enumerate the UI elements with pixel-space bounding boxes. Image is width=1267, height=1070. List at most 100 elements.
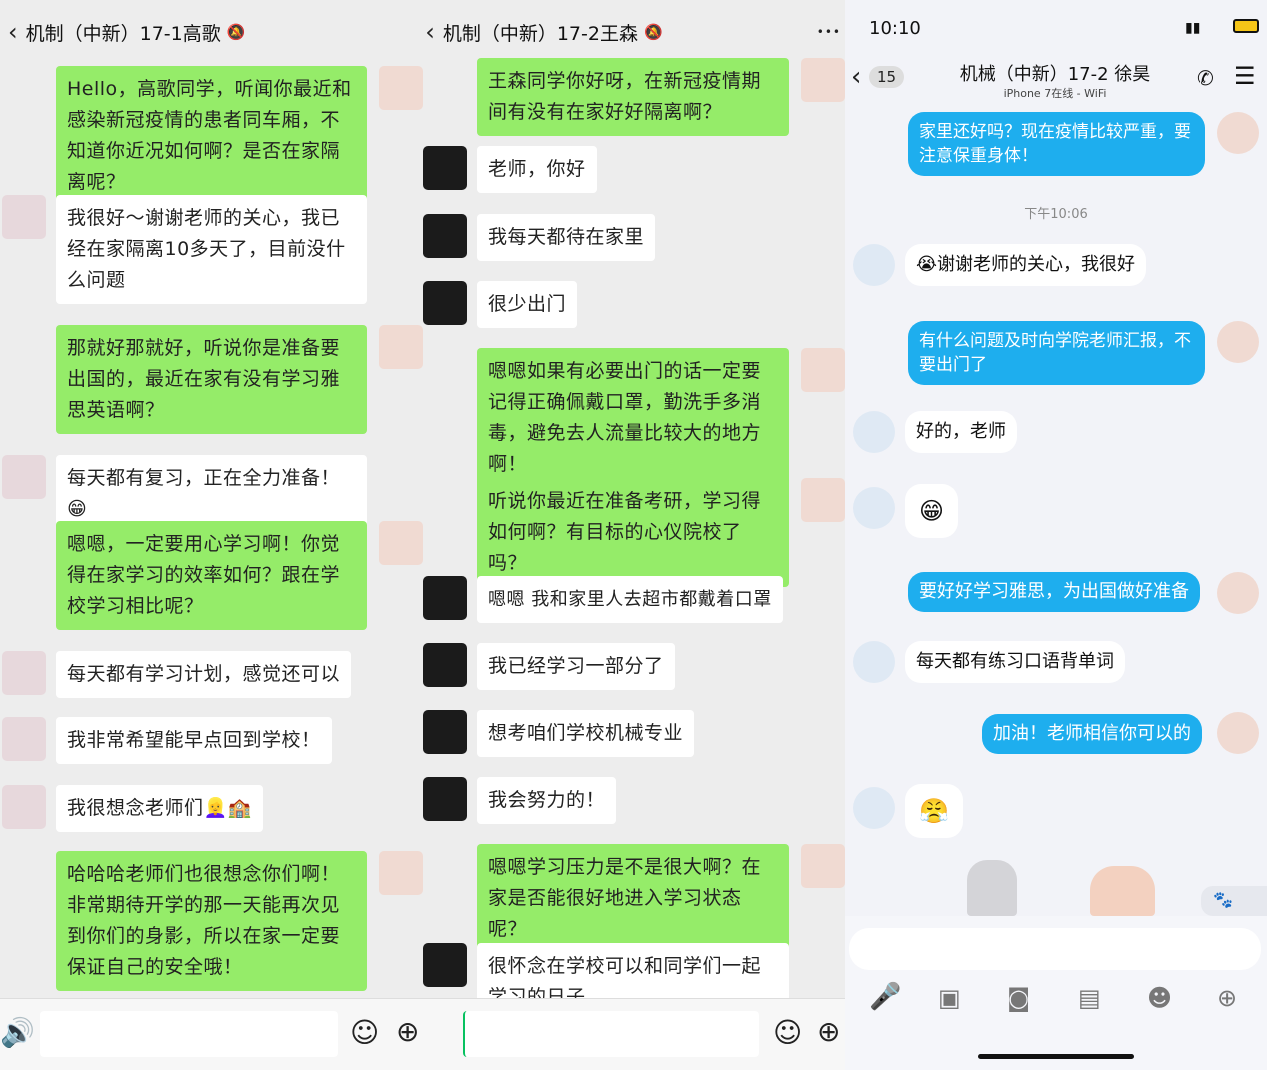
chat-title: 机械（中新）17-2 徐昊 [959, 64, 1151, 85]
student-avatar[interactable] [423, 281, 467, 325]
message-student: 很少出门 [477, 281, 578, 328]
qq-chat-panel-xuhao: 10:10 ▮▮ ‹ 15 机械（中新）17-2 徐昊 iPhone 7在线 -… [845, 0, 1267, 1070]
message-teacher: 嗯嗯学习压力是不是很大啊？在家是否能很好地进入学习状态呢？ [477, 844, 789, 953]
message-teacher: 嗯嗯，一定要用心学习啊！你觉得在家学习的效率如何？跟在学校学习相比呢？ [56, 521, 367, 630]
message-teacher: 有什么问题及时向学院老师汇报，不要出门了 [908, 321, 1205, 385]
student-avatar[interactable] [853, 487, 895, 529]
student-avatar[interactable] [2, 651, 46, 695]
unread-badge[interactable]: 15 [869, 66, 905, 88]
teacher-avatar[interactable] [1217, 572, 1259, 614]
teacher-avatar[interactable] [1217, 712, 1259, 754]
input-bar: 🔊 ☺ ⊕ [0, 998, 423, 1070]
plus-icon[interactable]: ⊕ [817, 1018, 840, 1046]
red-packet-icon[interactable]: ▤ [1078, 986, 1101, 1010]
message-teacher: 嗯嗯如果有必要出门的话一定要记得正确佩戴口罩，勤洗手多消毒，避免去人流量比较大的… [477, 348, 789, 488]
message-student: 我非常希望能早点回到学校！ [56, 717, 332, 764]
teacher-avatar[interactable] [801, 844, 845, 888]
student-avatar[interactable] [423, 943, 467, 987]
camera-icon[interactable]: ◙ [1007, 986, 1030, 1010]
chat-title: 机制（中新）17-1高歌 [25, 22, 221, 45]
message-student: 我很想念老师们👱‍♀️🏫 [56, 785, 263, 832]
teacher-avatar[interactable] [379, 521, 423, 565]
student-avatar[interactable] [423, 146, 467, 190]
teacher-avatar[interactable] [801, 58, 845, 102]
mute-icon: 🔕 [643, 23, 663, 41]
mute-icon: 🔕 [226, 23, 246, 41]
message-student: 😭谢谢老师的关心，我很好 [905, 244, 1147, 286]
back-icon[interactable]: ‹ [8, 18, 18, 46]
student-avatar[interactable] [2, 455, 46, 499]
smiley-icon[interactable]: ☻ [1147, 986, 1172, 1010]
teacher-avatar[interactable] [1217, 112, 1259, 154]
teacher-avatar[interactable] [1217, 321, 1259, 363]
teacher-avatar[interactable] [801, 348, 845, 392]
online-status: iPhone 7在线 - WiFi [1003, 87, 1107, 100]
paw-icon[interactable]: 🐾 [1201, 886, 1267, 916]
student-avatar[interactable] [2, 785, 46, 829]
message-student: 我很好～谢谢老师的关心，我已经在家隔离10多天了，目前没什么问题 [56, 195, 367, 304]
signal-icon: ▮▮ [1185, 20, 1201, 36]
teacher-avatar[interactable] [379, 66, 423, 110]
message-teacher: 加油！老师相信你可以的 [982, 714, 1202, 754]
message-teacher: 家里还好吗？现在疫情比较严重，要注意保重身体！ [908, 112, 1205, 176]
student-avatar[interactable] [2, 717, 46, 761]
message-student: 老师，你好 [477, 146, 597, 193]
message-teacher: 哈哈哈老师们也很想念你们啊！非常期待开学的那一天能再次见到你们的身影，所以在家一… [56, 851, 367, 991]
voice-icon[interactable]: 🔊 [0, 1019, 35, 1047]
teacher-avatar[interactable] [379, 325, 423, 369]
message-student: 每天都有学习计划，感觉还可以 [56, 651, 352, 698]
message-student: 想考咱们学校机械专业 [477, 710, 695, 757]
timestamp: 下午10:06 [1024, 207, 1088, 222]
message-input[interactable] [463, 1011, 759, 1057]
battery-icon [1233, 19, 1259, 33]
back-icon[interactable]: ‹ [851, 62, 861, 92]
student-avatar[interactable] [423, 777, 467, 821]
input-bar: ☺ ⊕ [423, 998, 845, 1070]
message-teacher: Hello，高歌同学，听闻你最近和感染新冠疫情的患者同车厢，不知道你近况如何啊？… [56, 66, 367, 206]
sticker-character [1090, 866, 1155, 916]
input-panel: 🎤 ▣ ◙ ▤ ☻ ⊕ [845, 916, 1267, 1070]
message-teacher: 王森同学你好呀，在新冠疫情期间有没有在家好好隔离啊？ [477, 58, 789, 136]
message-input[interactable] [849, 928, 1261, 970]
message-student: 我已经学习一部分了 [477, 643, 675, 690]
back-icon[interactable]: ‹ [425, 18, 435, 46]
student-avatar[interactable] [853, 244, 895, 286]
mic-icon[interactable]: 🎤 [869, 984, 901, 1010]
chat-title: 机制（中新）17-2王森 [442, 22, 638, 45]
message-input[interactable] [40, 1011, 338, 1057]
student-avatar[interactable] [423, 214, 467, 258]
message-teacher: 听说你最近在准备考研，学习得如何啊？有目标的心仪院校了吗？ [477, 478, 789, 587]
teacher-avatar[interactable] [379, 851, 423, 895]
student-avatar[interactable] [853, 641, 895, 683]
message-student: 😤 [905, 784, 963, 838]
clock: 10:10 [869, 18, 921, 39]
message-student: 我会努力的！ [477, 777, 617, 824]
teacher-avatar[interactable] [801, 478, 845, 522]
home-indicator [978, 1054, 1134, 1059]
chat-header: ••• ‹ 机制（中新）17-2王森 🔕 ••• [423, 0, 845, 64]
status-bar: 10:10 ▮▮ [845, 0, 1267, 56]
student-avatar[interactable] [423, 576, 467, 620]
image-icon[interactable]: ▣ [938, 986, 961, 1010]
student-avatar[interactable] [853, 411, 895, 453]
chat-header: ‹ 机制（中新）17-1高歌 🔕 [0, 0, 423, 64]
student-avatar[interactable] [423, 643, 467, 687]
message-student: 我每天都待在家里 [477, 214, 656, 261]
student-avatar[interactable] [2, 195, 46, 239]
chat-panel-wangsen: ••• ‹ 机制（中新）17-2王森 🔕 ••• 王森同学你好呀，在新冠疫情期间… [423, 0, 845, 1070]
sticker-character [967, 860, 1017, 916]
emoji-icon[interactable]: ☺ [773, 1019, 802, 1047]
message-student: 每天都有练习口语背单词 [905, 641, 1125, 683]
student-avatar[interactable] [853, 787, 895, 829]
emoji-icon[interactable]: ☺ [350, 1019, 379, 1047]
plus-icon[interactable]: ⊕ [396, 1018, 419, 1046]
message-student: 好的，老师 [905, 411, 1017, 453]
student-avatar[interactable] [423, 710, 467, 754]
phone-icon[interactable]: ✆ [1197, 66, 1214, 90]
more-icon[interactable]: ••• [817, 25, 841, 39]
message-student: 😁 [905, 484, 959, 538]
message-teacher: 要好好学习雅思，为出国做好准备 [908, 572, 1200, 612]
menu-icon[interactable]: ☰ [1234, 62, 1256, 90]
add-icon[interactable]: ⊕ [1217, 986, 1237, 1010]
message-student: 嗯嗯 我和家里人去超市都戴着口罩 [477, 576, 783, 623]
